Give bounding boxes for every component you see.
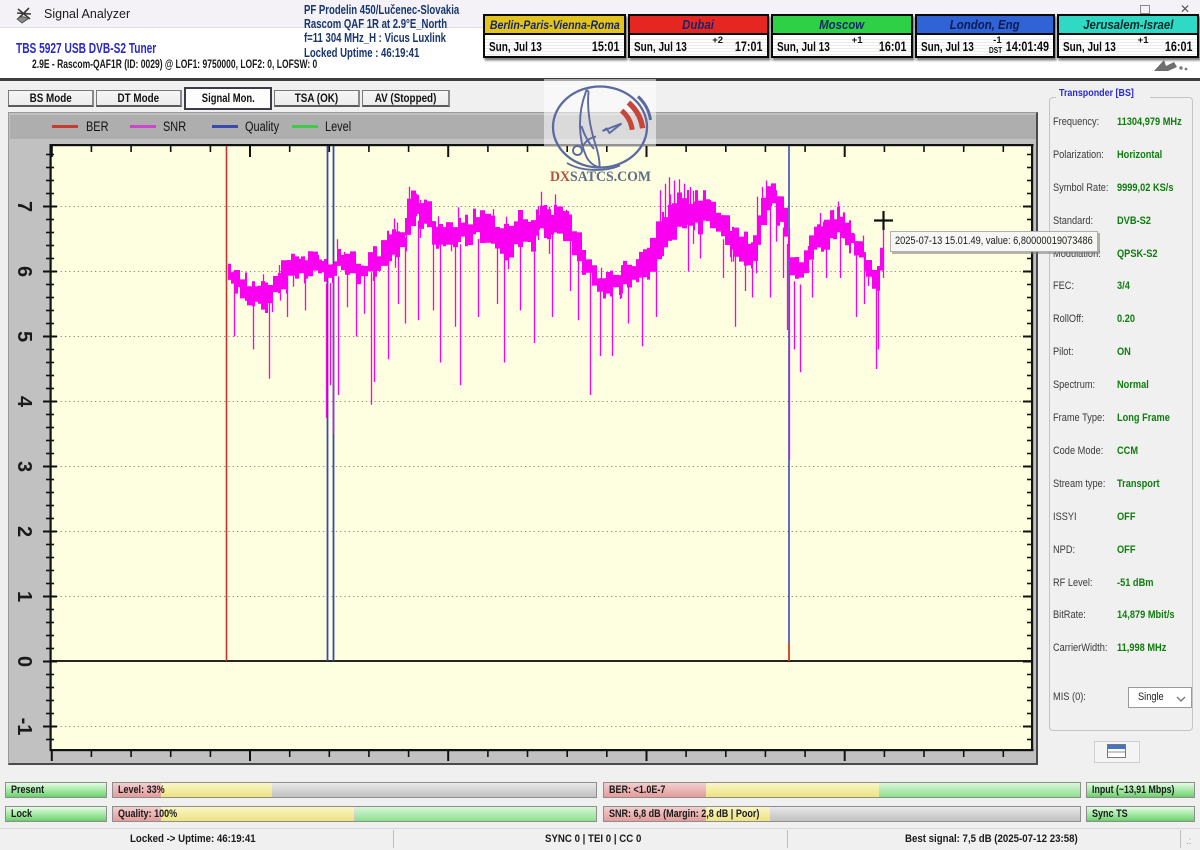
svg-text:DXSATCS.COM: DXSATCS.COM — [550, 169, 651, 185]
